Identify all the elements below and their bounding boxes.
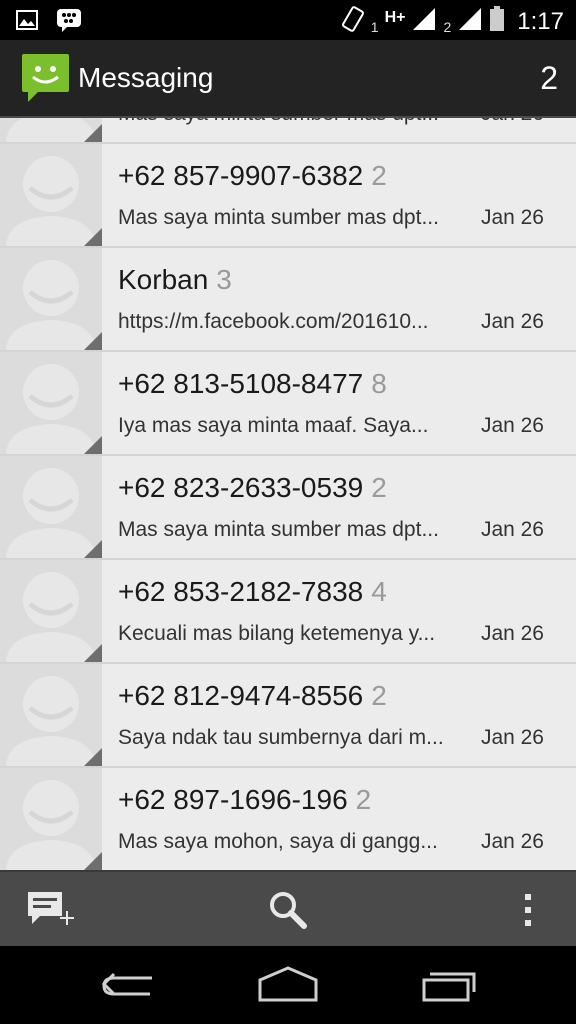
back-icon[interactable]	[92, 966, 172, 1006]
contact-name: +62 813-5108-8477 8	[118, 368, 387, 399]
message-snippet: Mas saya minta sumber mas dpt...	[118, 206, 439, 229]
navigation-bar	[0, 946, 576, 1024]
message-snippet: Iya mas saya minta maaf. Saya...	[118, 414, 429, 437]
status-bar: 1 H+ 2 1:17	[0, 0, 576, 40]
message-date: Jan 26	[480, 622, 544, 645]
rotate-icon	[341, 4, 365, 39]
message-snippet: Mas saya mohon, saya di gangg...	[118, 830, 438, 853]
contact-avatar[interactable]	[0, 768, 102, 870]
message-count: 2	[371, 472, 387, 503]
conversation-row[interactable]: +62 823-2633-0539 2 Mas saya minta sumber…	[0, 456, 576, 560]
recent-apps-icon[interactable]	[410, 966, 490, 1006]
message-snippet: Saya ndak tau sumbernya dari m...	[118, 726, 444, 749]
conversation-row[interactable]: +62 813-5108-8477 8 Iya mas saya minta ma…	[0, 352, 576, 456]
message-count: 2	[355, 784, 372, 815]
contact-avatar[interactable]	[0, 248, 102, 350]
message-date: Jan 26	[480, 518, 544, 541]
unread-count: 2	[540, 60, 558, 96]
clock: 1:17	[517, 7, 564, 35]
action-bar: Messaging 2	[0, 40, 576, 118]
contact-name: Korban 3	[118, 264, 232, 295]
home-icon[interactable]	[248, 966, 328, 1006]
conversation-row[interactable]: +62 853-2182-7838 4 Kecuali mas bilang ke…	[0, 560, 576, 664]
conversation-row[interactable]: +62 812-9474-8556 2 Saya ndak tau sumbern…	[0, 664, 576, 768]
message-date: Jan 26	[480, 414, 544, 437]
conversation-row[interactable]: Korban 3 https://m.facebook.com/201610...…	[0, 248, 576, 352]
sim-1-signal-icon	[411, 6, 437, 37]
contact-avatar[interactable]	[0, 144, 102, 246]
overflow-menu-icon[interactable]	[500, 886, 556, 934]
bbm-icon	[56, 8, 82, 37]
message-snippet: https://m.facebook.com/201610...	[118, 310, 429, 333]
contact-name: +62 853-2182-7838 4	[118, 576, 387, 607]
contact-avatar[interactable]	[0, 664, 102, 766]
message-count: 8	[371, 368, 387, 399]
message-date: Jan 26	[480, 206, 544, 229]
gallery-icon	[16, 10, 38, 35]
conversation-row[interactable]: +62 897-1696-196 2 Mas saya mohon, saya d…	[0, 768, 576, 870]
message-snippet: Mas saya minta sumber mas dpt...	[118, 118, 466, 126]
messaging-smiley-icon[interactable]	[22, 54, 70, 102]
message-count: 3	[216, 264, 232, 295]
sim-2-label: 2	[443, 18, 452, 35]
bottom-action-bar	[0, 870, 576, 946]
compose-new-message-icon[interactable]	[22, 886, 78, 934]
message-snippet: Mas saya minta sumber mas dpt...	[118, 518, 439, 541]
message-date: Jan 26	[480, 310, 544, 333]
contact-avatar[interactable]	[0, 456, 102, 558]
contact-avatar[interactable]	[0, 118, 102, 142]
message-count: 2	[371, 680, 387, 711]
message-date: Jan 26	[480, 726, 544, 749]
sim-2-signal-icon	[457, 6, 483, 37]
conversation-list[interactable]: Mas saya minta sumber mas dpt... Jan 26 …	[0, 118, 576, 870]
conversation-row[interactable]: Mas saya minta sumber mas dpt... Jan 26	[0, 118, 576, 144]
message-snippet: Kecuali mas bilang ketemenya y...	[118, 622, 436, 645]
sim-1-label: 1	[370, 18, 379, 35]
conversation-row[interactable]: +62 857-9907-6382 2 Mas saya minta sumber…	[0, 144, 576, 248]
contact-name: +62 857-9907-6382 2	[118, 160, 387, 191]
battery-icon	[489, 6, 505, 37]
search-icon[interactable]	[260, 886, 316, 934]
contact-name: +62 897-1696-196 2	[118, 784, 372, 815]
app-title: Messaging	[78, 62, 214, 93]
message-date: Jan 26	[480, 830, 544, 853]
contact-avatar[interactable]	[0, 352, 102, 454]
message-count: 2	[371, 160, 387, 191]
contact-name: +62 823-2633-0539 2	[118, 472, 387, 503]
message-count: 4	[371, 576, 387, 607]
contact-avatar[interactable]	[0, 560, 102, 662]
network-type-label: H+	[384, 8, 406, 26]
message-date: Jan 26	[481, 118, 544, 126]
contact-name: +62 812-9474-8556 2	[118, 680, 387, 711]
